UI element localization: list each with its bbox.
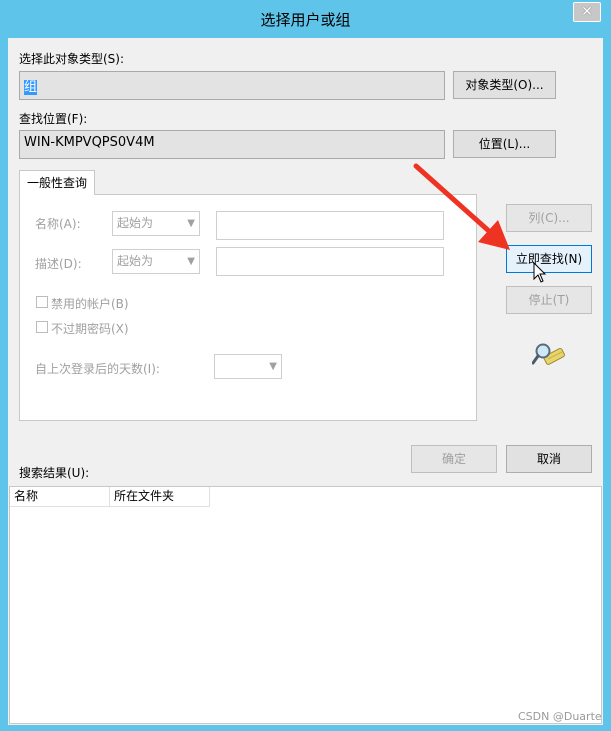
location-label: 查找位置(F):: [19, 112, 88, 126]
close-button[interactable]: ✕: [573, 2, 601, 22]
search-results-label: 搜索结果(U):: [19, 466, 90, 480]
search-icon: [531, 341, 568, 371]
dialog-window: 选择用户或组 ✕ 选择此对象类型(S): 组 对象类型(O)... 查找位置(F…: [0, 0, 611, 731]
object-type-label: 选择此对象类型(S):: [19, 52, 125, 66]
mouse-cursor-icon: [533, 261, 547, 284]
non-expiring-password-checkbox[interactable]: [36, 321, 48, 333]
days-since-login-select[interactable]: ▼: [214, 354, 282, 379]
red-arrow-annotation: [410, 160, 520, 260]
ok-button[interactable]: 确定: [411, 445, 497, 473]
column-header-folder[interactable]: 所在文件夹: [110, 487, 210, 507]
close-icon: ✕: [581, 4, 593, 20]
object-types-button[interactable]: 对象类型(O)...: [453, 71, 556, 99]
stop-button[interactable]: 停止(T): [506, 286, 592, 314]
locations-button[interactable]: 位置(L)...: [453, 130, 556, 158]
chevron-down-icon: ▼: [187, 256, 195, 267]
disabled-accounts-checkbox[interactable]: [36, 296, 48, 308]
location-field[interactable]: WIN-KMPVQPS0V4M: [19, 130, 445, 159]
search-results-list[interactable]: 名称 所在文件夹: [9, 486, 602, 724]
object-type-value: 组: [24, 80, 38, 95]
name-mode-value: 起始为: [117, 216, 154, 230]
cancel-button[interactable]: 取消: [506, 445, 592, 473]
name-label: 名称(A):: [35, 217, 81, 231]
dialog-client-area: 选择此对象类型(S): 组 对象类型(O)... 查找位置(F): WIN-KM…: [8, 38, 603, 725]
days-since-login-label: 自上次登录后的天数(I):: [35, 362, 160, 376]
description-mode-select[interactable]: 起始为 ▼: [112, 249, 200, 274]
object-type-field[interactable]: 组: [19, 71, 445, 100]
chevron-down-icon: ▼: [269, 361, 277, 372]
name-mode-select[interactable]: 起始为 ▼: [112, 211, 200, 236]
description-mode-value: 起始为: [117, 254, 154, 268]
window-title: 选择用户或组: [260, 11, 351, 29]
column-header-name[interactable]: 名称: [10, 487, 110, 507]
disabled-accounts-label: 禁用的帐户(B): [51, 297, 129, 311]
watermark: CSDN @Duarte: [518, 710, 602, 723]
title-bar[interactable]: 选择用户或组 ✕: [0, 0, 611, 38]
chevron-down-icon: ▼: [187, 218, 195, 229]
description-label: 描述(D):: [35, 257, 82, 271]
non-expiring-password-label: 不过期密码(X): [51, 322, 129, 336]
tab-common-queries[interactable]: 一般性查询: [19, 170, 95, 195]
